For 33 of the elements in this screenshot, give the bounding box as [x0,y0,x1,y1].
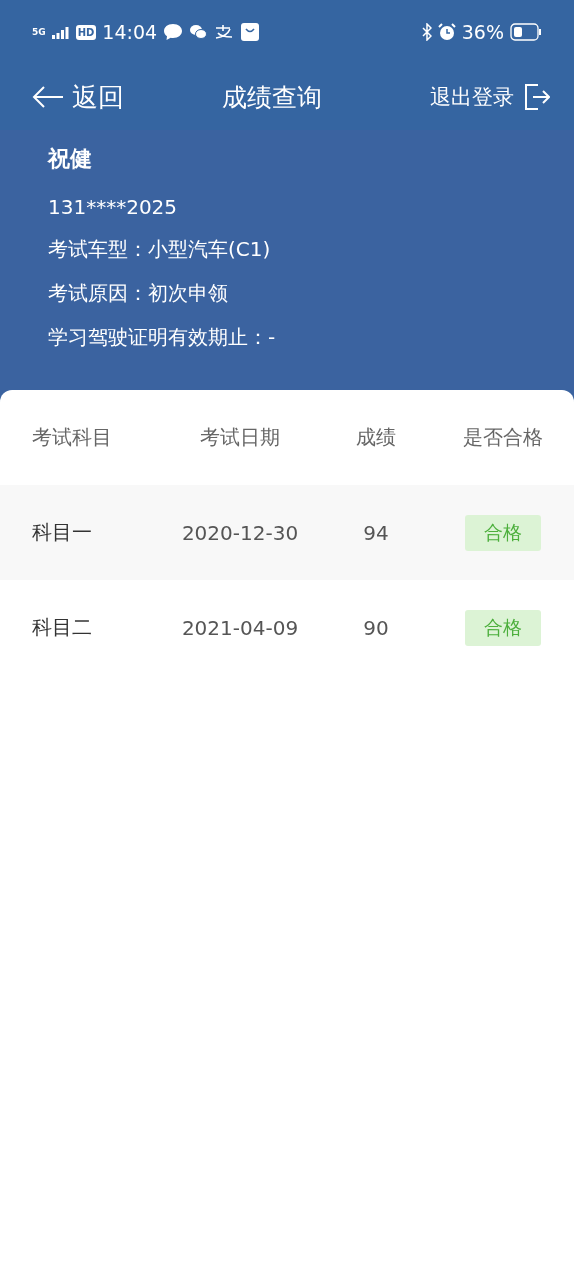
user-name: 祝健 [48,145,93,173]
alarm-icon [437,23,456,41]
table-cell-text: 科目二 [31,614,93,641]
phone-number: 131****2025 [48,195,179,219]
info-line: 考试原因：初次申领 [48,280,229,307]
result-tag: 合格 [465,609,541,646]
back-button[interactable]: 返回 [32,79,124,115]
battery-percent: 36% [461,21,504,43]
column-header: 成绩 [355,424,397,451]
logout-icon [524,84,550,110]
bag-icon [241,23,260,41]
status-time: 14:04 [102,21,158,43]
back-arrow-icon [32,86,64,108]
column-header: 考试科目 [31,424,113,451]
page-title: 成绩查询 [221,81,323,114]
battery-icon [510,23,542,41]
table-cell-text: 94 [362,520,390,545]
chat-icon [189,24,208,40]
hd-label: HD [75,24,97,40]
column-header: 考试日期 [199,424,281,451]
signal-icon [51,25,70,39]
result-tag: 合格 [465,514,541,551]
table-cell-text: 2021-04-09 [180,615,300,640]
table-cell-text: 2020-12-30 [180,520,300,545]
chat-bubble-icon [163,23,184,41]
info-line: 学习驾驶证明有效期止：- [48,324,277,351]
logout-button[interactable]: 退出登录 [430,83,550,111]
network-label: 5G [32,27,46,37]
column-header: 是否合格 [462,424,544,451]
bluetooth-icon [421,23,432,41]
table-cell-text: 90 [362,615,390,640]
info-line: 考试车型：小型汽车(C1) [48,236,272,263]
table-cell-text: 科目一 [31,519,93,546]
